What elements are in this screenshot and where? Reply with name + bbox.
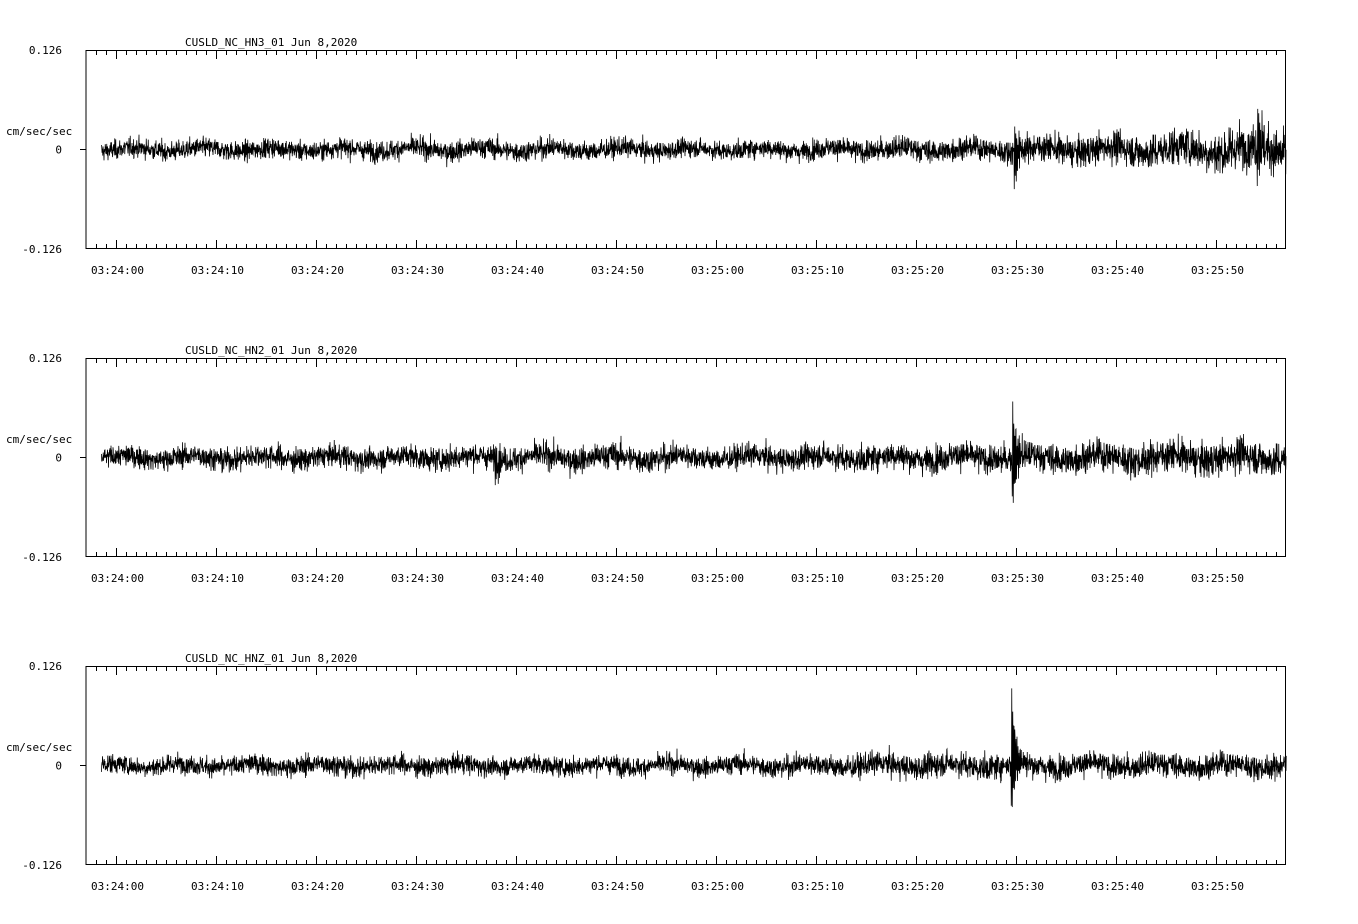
y-tick-label: 0	[55, 760, 62, 773]
panel-title: CUSLD_NC_HNZ_01 Jun 8,2020	[185, 652, 357, 665]
y-tick-label: -0.126	[22, 551, 62, 564]
waveform-trace	[101, 401, 1287, 503]
trace-panel-1: CUSLD_NC_HN3_01 Jun 8,2020 0.126 0 -0.126 cm…	[6, 36, 1287, 277]
x-tick-label: 03:25:50	[1191, 880, 1244, 893]
x-tick-label: 03:25:50	[1191, 572, 1244, 585]
panel-title: CUSLD_NC_HN3_01 Jun 8,2020	[185, 36, 357, 49]
x-tick-label: 03:25:00	[691, 264, 744, 277]
y-tick-label: -0.126	[22, 859, 62, 872]
panel-title: CUSLD_NC_HN2_01 Jun 8,2020	[185, 344, 357, 357]
x-tick-label: 03:25:00	[691, 880, 744, 893]
x-tick-label: 03:25:00	[691, 572, 744, 585]
x-tick-label: 03:25:10	[791, 880, 844, 893]
x-tick-label: 03:24:10	[191, 264, 244, 277]
seismogram-figure: CUSLD_NC_HN3_01 Jun 8,2020 0.126 0 -0.126 cm…	[6, 36, 1287, 893]
y-tick-label: 0	[55, 452, 62, 465]
trace-panel-2: CUSLD_NC_HN2_01 Jun 8,2020 0.126 0 -0.126 cm…	[6, 344, 1287, 585]
y-tick-label: 0	[55, 144, 62, 157]
x-tick-label: 03:24:20	[291, 880, 344, 893]
x-tick-label: 03:25:50	[1191, 264, 1244, 277]
y-axis-label: cm/sec/sec	[6, 433, 72, 446]
x-tick-label: 03:24:30	[391, 880, 444, 893]
waveform-trace	[101, 108, 1287, 190]
x-tick-label: 03:25:20	[891, 572, 944, 585]
x-tick-label: 03:24:50	[591, 264, 644, 277]
x-tick-label: 03:25:20	[891, 880, 944, 893]
x-tick-label: 03:24:30	[391, 264, 444, 277]
x-tick-label: 03:25:20	[891, 264, 944, 277]
x-tick-label: 03:24:00	[91, 572, 144, 585]
trace-panel-3: CUSLD_NC_HNZ_01 Jun 8,2020 0.126 0 -0.126 cm…	[6, 652, 1287, 893]
x-tick-label: 03:25:40	[1091, 880, 1144, 893]
x-tick-label: 03:25:40	[1091, 572, 1144, 585]
x-tick-label: 03:25:30	[991, 572, 1044, 585]
x-tick-label: 03:25:10	[791, 264, 844, 277]
x-tick-label: 03:24:00	[91, 880, 144, 893]
x-tick-label: 03:24:20	[291, 572, 344, 585]
y-tick-label: 0.126	[29, 352, 62, 365]
x-tick-label: 03:24:30	[391, 572, 444, 585]
x-tick-label: 03:25:10	[791, 572, 844, 585]
y-tick-label: 0.126	[29, 44, 62, 57]
y-tick-label: -0.126	[22, 243, 62, 256]
x-tick-label: 03:24:20	[291, 264, 344, 277]
waveform-trace	[101, 688, 1287, 808]
x-tick-label: 03:24:50	[591, 572, 644, 585]
x-tick-label: 03:24:40	[491, 264, 544, 277]
x-tick-label: 03:25:40	[1091, 264, 1144, 277]
x-tick-label: 03:24:50	[591, 880, 644, 893]
x-tick-label: 03:25:30	[991, 880, 1044, 893]
y-tick-label: 0.126	[29, 660, 62, 673]
y-axis-label: cm/sec/sec	[6, 125, 72, 138]
x-tick-label: 03:25:30	[991, 264, 1044, 277]
x-tick-label: 03:24:10	[191, 880, 244, 893]
x-tick-label: 03:24:40	[491, 572, 544, 585]
x-tick-label: 03:24:00	[91, 264, 144, 277]
x-tick-label: 03:24:10	[191, 572, 244, 585]
y-axis-label: cm/sec/sec	[6, 741, 72, 754]
x-tick-label: 03:24:40	[491, 880, 544, 893]
